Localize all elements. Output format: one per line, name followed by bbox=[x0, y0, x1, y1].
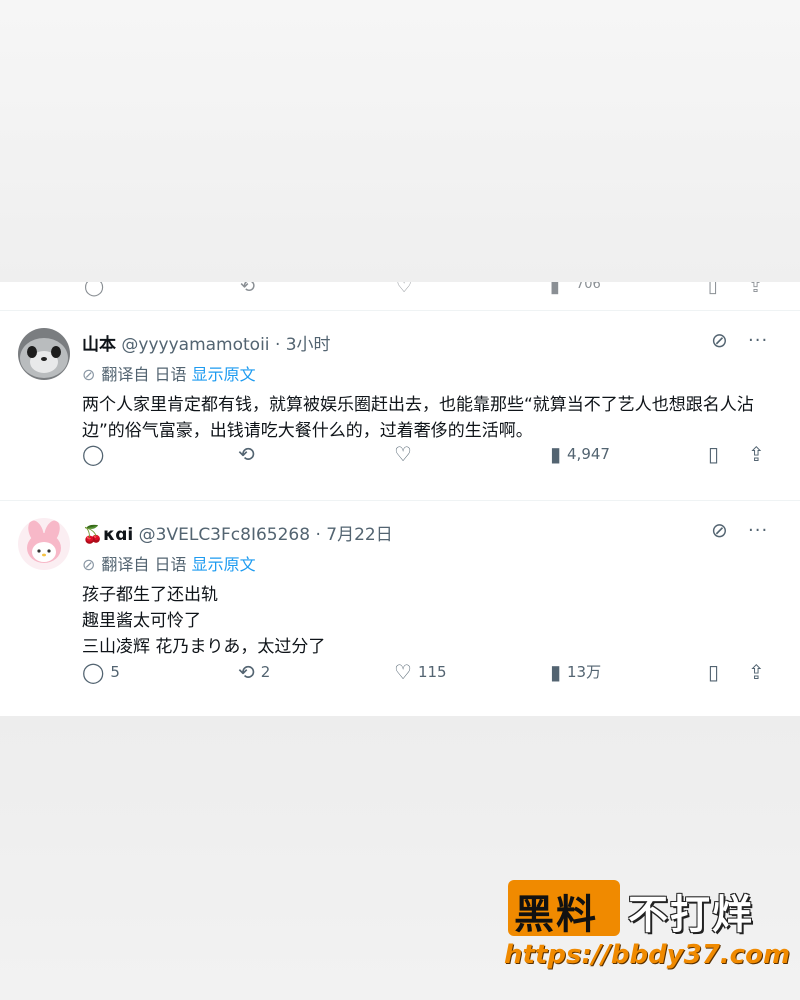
retweet-icon: ⟲ bbox=[238, 442, 255, 466]
grok-icon[interactable]: ⊘ bbox=[711, 328, 728, 352]
cherry-emoji: 🍒 bbox=[82, 525, 104, 545]
reply-icon[interactable]: ◯ bbox=[84, 282, 104, 297]
translate-icon: ⊘ bbox=[82, 365, 96, 384]
grok-icon[interactable]: ⊘ bbox=[711, 518, 728, 542]
watermark: 黑料 不打烊 https://bbdy37.com bbox=[504, 872, 790, 980]
watermark-slogan: 不打烊 bbox=[628, 892, 754, 938]
tweet-text: 孩子都生了还出轨 趣里酱太可怜了 三山凌辉 花乃まりあ，太过分了 bbox=[82, 582, 782, 660]
tweet-list: ◯ ⟲ ♡ ▮ 706 ▯ ⇪ 山本 @yyyyamamotoii · 3小时 … bbox=[0, 282, 800, 716]
views-button[interactable]: ▮ 13万 bbox=[550, 660, 601, 684]
display-name[interactable]: 山本 bbox=[82, 335, 116, 355]
heart-icon: ♡ bbox=[394, 442, 412, 466]
user-handle[interactable]: @3VELC3Fc8I65268 bbox=[139, 525, 310, 545]
show-original-link[interactable]: 显示原文 bbox=[192, 365, 256, 384]
views-icon: ▮ bbox=[550, 442, 562, 466]
reply-icon: ◯ bbox=[82, 442, 105, 466]
share-icon: ⇪ bbox=[748, 442, 765, 466]
tweet-yamamoto[interactable]: 山本 @yyyyamamotoii · 3小时 ⊘ ··· ⊘ 翻译自 日语 显示… bbox=[0, 310, 800, 500]
blurred-top-area bbox=[0, 0, 800, 282]
bookmark-button[interactable]: ▯ bbox=[708, 442, 725, 466]
share-icon: ⇪ bbox=[748, 660, 765, 684]
share-button[interactable]: ⇪ bbox=[748, 442, 771, 466]
heart-icon: ♡ bbox=[394, 660, 412, 684]
watermark-url: https://bbdy37.com bbox=[504, 940, 791, 970]
tweet-text-line: 孩子都生了还出轨 bbox=[82, 585, 218, 605]
translation-label: 翻译自 日语 bbox=[101, 365, 187, 384]
seal-avatar-image bbox=[18, 328, 70, 380]
tweet-text-line: 三山凌辉 花乃まりあ，太过分了 bbox=[82, 637, 326, 657]
translate-icon: ⊘ bbox=[82, 555, 96, 574]
views-button[interactable]: ▮ 4,947 bbox=[550, 442, 610, 466]
views-count: 706 bbox=[576, 282, 601, 292]
retweet-button[interactable]: ⟲ bbox=[238, 442, 261, 466]
more-icon[interactable]: ··· bbox=[748, 330, 768, 351]
tweet-time[interactable]: · 7月22日 bbox=[315, 525, 392, 545]
reply-count: 5 bbox=[110, 663, 120, 681]
tweet-kai[interactable]: 🍒κɑi @3VELC3Fc8I65268 · 7月22日 ⊘ ··· ⊘ 翻译自… bbox=[0, 500, 800, 716]
more-icon[interactable]: ··· bbox=[748, 520, 768, 541]
retweet-icon: ⟲ bbox=[238, 660, 255, 684]
bookmark-icon: ▯ bbox=[708, 442, 720, 466]
retweet-count: 2 bbox=[260, 663, 271, 681]
translation-bar: ⊘ 翻译自 日语 显示原文 bbox=[82, 361, 256, 385]
heart-icon[interactable]: ♡ bbox=[396, 282, 412, 297]
translation-bar: ⊘ 翻译自 日语 显示原文 bbox=[82, 551, 256, 575]
retweet-icon[interactable]: ⟲ bbox=[240, 282, 255, 297]
tweet-text: 两个人家里肯定都有钱，就算被娱乐圈赶出去，也能靠那些“就算当不了艺人也想跟名人沾… bbox=[82, 395, 754, 441]
avatar[interactable] bbox=[18, 518, 70, 570]
show-original-link[interactable]: 显示原文 bbox=[192, 555, 256, 574]
watermark-brand: 黑料 bbox=[514, 892, 598, 938]
bookmark-button[interactable]: ▯ bbox=[708, 660, 725, 684]
views-icon[interactable]: ▮ bbox=[550, 282, 560, 297]
bookmark-icon: ▯ bbox=[708, 660, 720, 684]
reply-button[interactable]: ◯ bbox=[82, 442, 110, 466]
like-button[interactable]: ♡ 115 bbox=[394, 660, 447, 684]
bookmark-icon[interactable]: ▯ bbox=[708, 282, 718, 297]
reply-button[interactable]: ◯ 5 bbox=[82, 660, 120, 684]
avatar[interactable] bbox=[18, 328, 70, 380]
tweet-header: 山本 @yyyyamamotoii · 3小时 bbox=[82, 330, 331, 355]
translation-label: 翻译自 日语 bbox=[101, 555, 187, 574]
views-count: 13万 bbox=[567, 663, 602, 681]
reply-icon: ◯ bbox=[82, 660, 105, 684]
tweet-header: 🍒κɑi @3VELC3Fc8I65268 · 7月22日 bbox=[82, 520, 393, 545]
previous-tweet-action-bar: ◯ ⟲ ♡ ▮ 706 ▯ ⇪ bbox=[0, 282, 800, 300]
like-count: 115 bbox=[417, 663, 447, 681]
share-icon[interactable]: ⇪ bbox=[748, 282, 763, 297]
like-button[interactable]: ♡ bbox=[394, 442, 418, 466]
tweet-time[interactable]: · 3小时 bbox=[275, 335, 331, 355]
my-melody-avatar-image bbox=[18, 518, 70, 570]
tweet-text-line: 趣里酱太可怜了 bbox=[82, 611, 201, 631]
views-icon: ▮ bbox=[550, 660, 562, 684]
display-name[interactable]: κɑi bbox=[103, 525, 133, 545]
user-handle[interactable]: @yyyyamamotoii bbox=[121, 335, 269, 355]
views-count: 4,947 bbox=[567, 445, 610, 463]
retweet-button[interactable]: ⟲ 2 bbox=[238, 660, 270, 684]
share-button[interactable]: ⇪ bbox=[748, 660, 771, 684]
